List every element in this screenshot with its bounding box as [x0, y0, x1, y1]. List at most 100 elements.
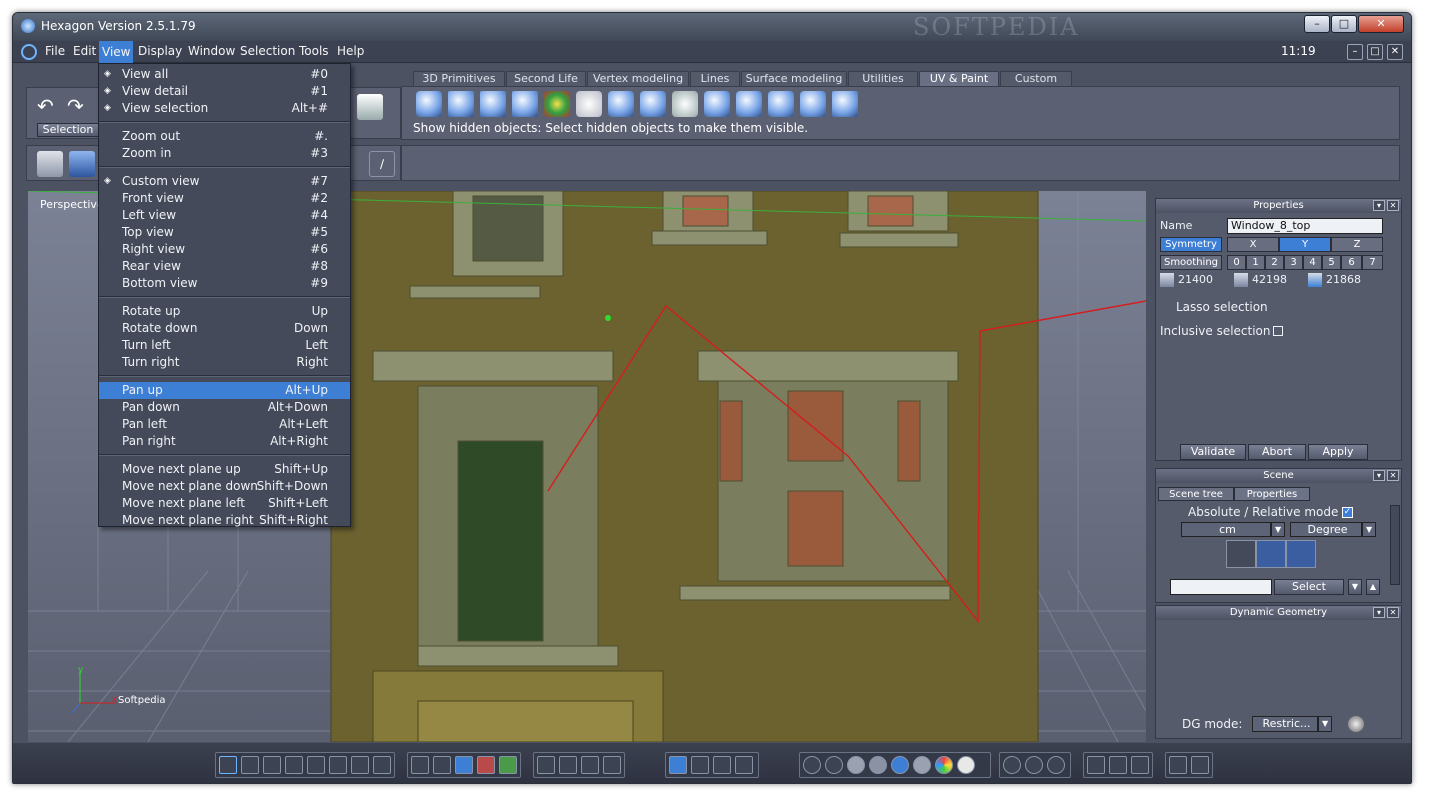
smoothing-level-5[interactable]: 5	[1322, 255, 1341, 270]
three-view-alt-icon[interactable]	[285, 756, 303, 774]
symmetry-button[interactable]: Symmetry	[1160, 237, 1222, 252]
three-view-icon[interactable]	[263, 756, 281, 774]
menu-item-rear-view[interactable]: Rear view #8	[99, 258, 350, 275]
inner-restore-icon[interactable]: □	[1367, 44, 1383, 60]
scroll-up-icon[interactable]: ▲	[1366, 579, 1380, 595]
lasso-selection-label[interactable]: Lasso selection	[1176, 300, 1268, 314]
hexagon-logo-icon[interactable]	[21, 44, 37, 60]
camera-icon[interactable]	[1191, 756, 1209, 774]
maximize-button[interactable]: □	[1331, 15, 1357, 33]
scene-texture-icon[interactable]	[1286, 540, 1316, 568]
menu-item-zoom-in[interactable]: Zoom in #3	[99, 145, 350, 162]
split-left-icon[interactable]	[307, 756, 325, 774]
tab-vertex-modeling[interactable]: Vertex modeling	[587, 71, 689, 86]
menu-item-zoom-out[interactable]: Zoom out #.	[99, 128, 350, 145]
menu-item-turn-right[interactable]: Turn right Right	[99, 354, 350, 371]
split-right-icon[interactable]	[329, 756, 347, 774]
smoothing-level-2[interactable]: 2	[1265, 255, 1284, 270]
quad-view-icon[interactable]	[241, 756, 259, 774]
brush-icon[interactable]	[433, 756, 451, 774]
tab-properties[interactable]: Properties	[1234, 487, 1310, 501]
paint-brush-icon[interactable]	[768, 91, 794, 117]
smoothing-button[interactable]: Smoothing	[1160, 255, 1222, 270]
hidden-line-sphere-icon[interactable]	[825, 756, 843, 774]
rotate-icon[interactable]	[691, 756, 709, 774]
abort-button[interactable]: Abort	[1248, 444, 1306, 460]
eye-icon[interactable]	[603, 756, 621, 774]
scene-grid-icon[interactable]	[1256, 540, 1286, 568]
menu-window[interactable]: Window	[185, 44, 238, 58]
smoothing-level-0[interactable]: 0	[1227, 255, 1246, 270]
scale-icon[interactable]	[713, 756, 731, 774]
render-1-icon[interactable]	[1087, 756, 1105, 774]
panel-grid-icon[interactable]	[411, 756, 429, 774]
render-3-icon[interactable]	[1131, 756, 1149, 774]
menu-help[interactable]: Help	[334, 44, 367, 58]
panel-close-icon[interactable]: ✕	[1387, 470, 1399, 481]
smoothing-level-6[interactable]: 6	[1341, 255, 1362, 270]
uv-pin-icon[interactable]	[640, 91, 666, 117]
close-button[interactable]: ✕	[1358, 15, 1404, 33]
tab-surface-modeling[interactable]: Surface modeling	[741, 71, 847, 86]
menu-item-turn-left[interactable]: Turn left Left	[99, 337, 350, 354]
uv-sphere-icon[interactable]	[416, 91, 442, 117]
uv-flatten-icon[interactable]	[704, 91, 730, 117]
tab-utilities[interactable]: Utilities	[848, 71, 918, 86]
shaded-wire-sphere-icon[interactable]	[913, 756, 931, 774]
pen-icon[interactable]: ∕	[369, 151, 395, 177]
tab-custom[interactable]: Custom	[1000, 71, 1072, 86]
tab-second-life[interactable]: Second Life	[506, 71, 586, 86]
single-view-icon[interactable]	[219, 756, 237, 774]
split-horizontal-icon[interactable]	[351, 756, 369, 774]
uv-split-icon[interactable]	[736, 91, 762, 117]
menu-item-view-all[interactable]: ◈ View all #0	[99, 66, 350, 83]
scene-plane-icon[interactable]	[1226, 540, 1256, 568]
menu-item-bottom-view[interactable]: Bottom view #9	[99, 275, 350, 292]
zoom-icon[interactable]	[581, 756, 599, 774]
dg-toggle-icon[interactable]	[1348, 716, 1364, 732]
smoothing-level-1[interactable]: 1	[1246, 255, 1265, 270]
menu-item-move-next-plane-right[interactable]: Move next plane right Shift+Right	[99, 512, 350, 529]
inner-close-icon[interactable]: ✕	[1387, 44, 1403, 60]
split-vertical-icon[interactable]	[373, 756, 391, 774]
inner-minimize-icon[interactable]: –	[1347, 44, 1363, 60]
uv-face-icon[interactable]	[576, 91, 602, 117]
menu-edit[interactable]: Edit	[70, 44, 99, 58]
undo-icon[interactable]: ↶	[37, 94, 61, 118]
menu-item-pan-up[interactable]: Pan up Alt+Up	[99, 382, 350, 399]
tab-uv-paint[interactable]: UV & Paint	[919, 71, 999, 86]
cube-icon[interactable]	[357, 94, 383, 120]
paint-fill-icon[interactable]	[800, 91, 826, 117]
menu-item-move-next-plane-left[interactable]: Move next plane left Shift+Left	[99, 495, 350, 512]
axis-y-button[interactable]: Y	[1279, 237, 1331, 252]
menu-tools[interactable]: Tools	[296, 44, 332, 58]
panel-menu-icon[interactable]: ▾	[1373, 470, 1385, 481]
menu-item-top-view[interactable]: Top view #5	[99, 224, 350, 241]
green-grid-icon[interactable]	[499, 756, 517, 774]
material-3-icon[interactable]	[1047, 756, 1065, 774]
move-icon[interactable]	[669, 756, 687, 774]
unit-select[interactable]: cm	[1181, 522, 1271, 537]
menu-item-rotate-down[interactable]: Rotate down Down	[99, 320, 350, 337]
uv-plane-icon[interactable]	[480, 91, 506, 117]
material-1-icon[interactable]	[1003, 756, 1021, 774]
snapshot-icon[interactable]	[1169, 756, 1187, 774]
panel-menu-icon[interactable]: ▾	[1373, 607, 1385, 618]
menu-item-custom-view[interactable]: ◈ Custom view #7	[99, 173, 350, 190]
texture-bake-icon[interactable]	[832, 91, 858, 117]
mode-checkbox[interactable]: ✓	[1342, 507, 1353, 518]
scene-search-field[interactable]	[1170, 579, 1272, 595]
uv-cylinder-icon[interactable]	[448, 91, 474, 117]
blue-grid-icon[interactable]	[455, 756, 473, 774]
menu-item-pan-down[interactable]: Pan down Alt+Down	[99, 399, 350, 416]
dg-mode-select[interactable]: Restric...	[1252, 716, 1318, 732]
tab-lines[interactable]: Lines	[690, 71, 740, 86]
uv-box-icon[interactable]	[512, 91, 538, 117]
unit-dropdown-icon[interactable]: ▼	[1271, 522, 1285, 537]
drop-icon[interactable]	[735, 756, 753, 774]
smoothing-level-4[interactable]: 4	[1303, 255, 1322, 270]
menu-item-right-view[interactable]: Right view #6	[99, 241, 350, 258]
panel-close-icon[interactable]: ✕	[1387, 200, 1399, 211]
uv-unfold-icon[interactable]	[608, 91, 634, 117]
menu-item-move-next-plane-up[interactable]: Move next plane up Shift+Up	[99, 461, 350, 478]
